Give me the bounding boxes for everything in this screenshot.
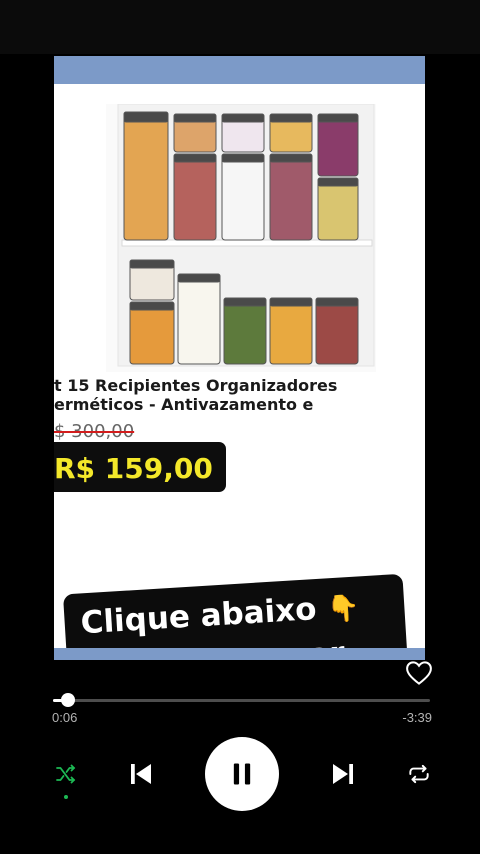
video-band-top (54, 56, 425, 84)
repeat-icon (409, 764, 429, 784)
product-image (106, 104, 376, 372)
next-icon (333, 764, 353, 784)
shuffle-icon (56, 764, 76, 784)
heart-icon (406, 661, 432, 685)
repeat-button[interactable] (403, 758, 435, 790)
like-button[interactable] (404, 658, 434, 688)
cta-text-1: Clique abaixo (79, 591, 318, 642)
pointing-down-icon: 👇 (326, 593, 361, 626)
time-elapsed: 0:06 (52, 710, 78, 725)
product-title: t 15 Recipientes Organizadores erméticos… (54, 376, 338, 414)
next-button[interactable] (326, 756, 360, 792)
play-pause-button[interactable] (205, 737, 279, 811)
shuffle-button[interactable] (50, 758, 82, 790)
new-price: R$ 159,00 (54, 452, 213, 485)
video-band-bottom (54, 648, 425, 660)
old-price: $ 300,00 (54, 421, 135, 442)
progress-bar[interactable] (53, 693, 430, 707)
new-price-badge: R$ 159,00 (54, 442, 226, 492)
shuffle-active-indicator (64, 795, 68, 799)
cta-line-1: Clique abaixo 👇 (80, 588, 361, 641)
progress-thumb[interactable] (61, 693, 76, 707)
top-bar (0, 0, 480, 54)
previous-button[interactable] (124, 756, 158, 792)
previous-icon (131, 764, 151, 784)
video-canvas[interactable]: t 15 Recipientes Organizadores erméticos… (54, 56, 425, 660)
time-remaining: -3:39 (402, 710, 432, 725)
pause-icon (233, 763, 251, 785)
